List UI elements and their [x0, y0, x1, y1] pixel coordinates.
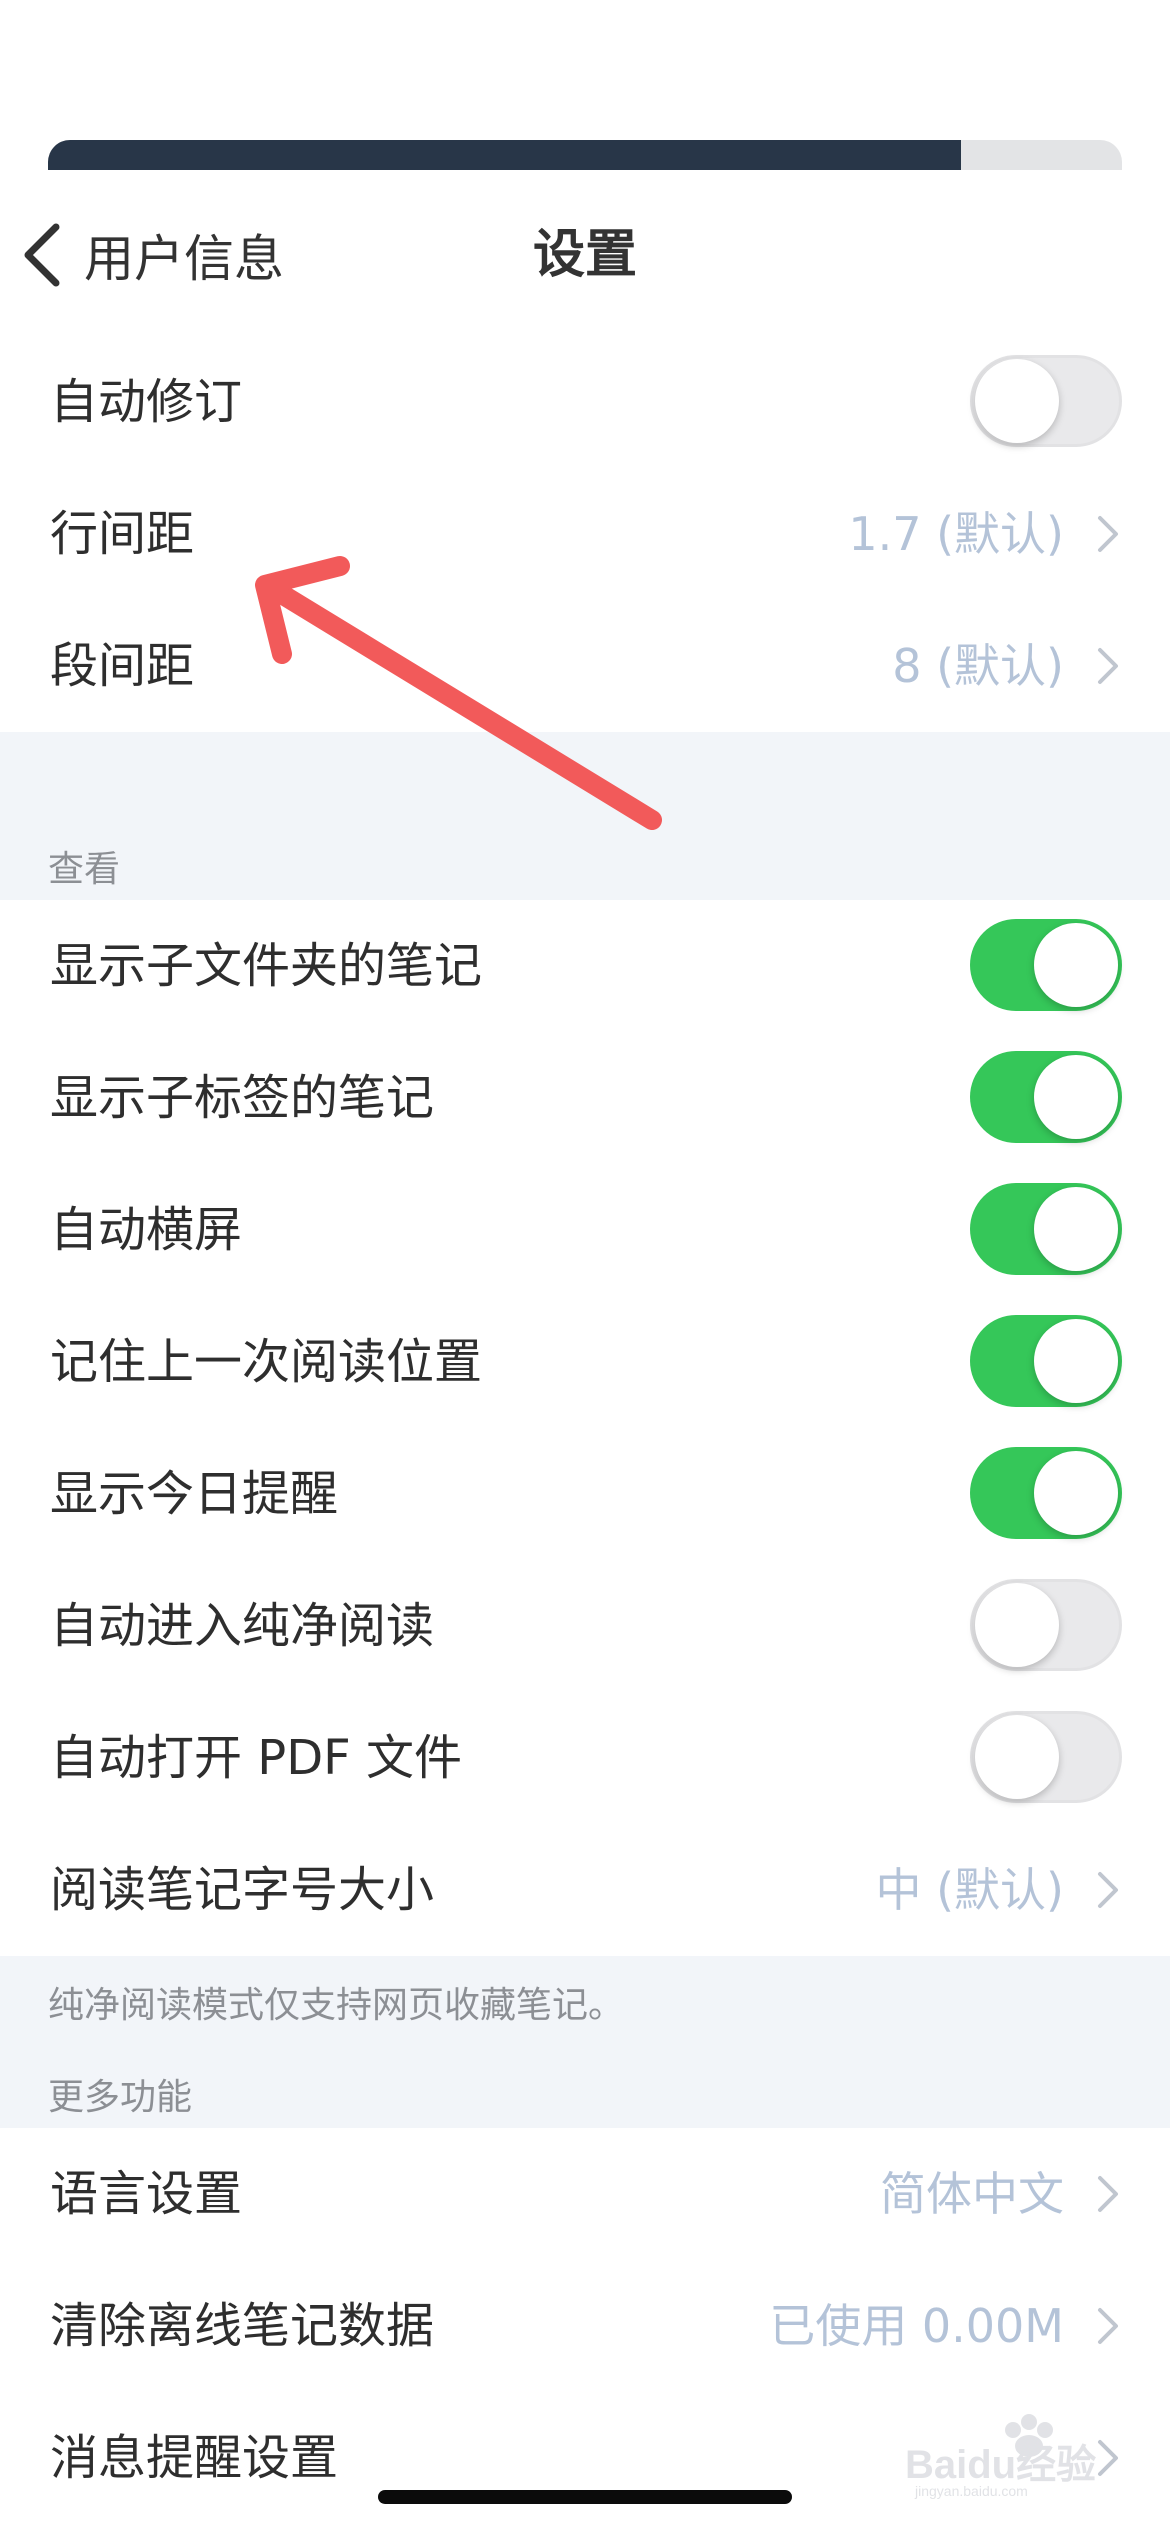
row-clear-offline-data[interactable]: 清除离线笔记数据 已使用 0.00M [0, 2260, 1170, 2392]
row-label: 消息提醒设置 [50, 2430, 339, 2486]
toggle-knob [975, 359, 1059, 443]
watermark-text: Baidu经验 [905, 2443, 1096, 2487]
row-paragraph-spacing[interactable]: 段间距 8 (默认) [0, 600, 1170, 732]
row-auto-landscape: 自动横屏 [0, 1164, 1170, 1296]
show-subtag-notes-toggle[interactable] [970, 1051, 1122, 1143]
chevron-right-icon [1096, 2306, 1120, 2350]
home-indicator [378, 2490, 792, 2504]
row-value: 1.7 (默认) [848, 507, 1064, 561]
row-show-subfolder-notes: 显示子文件夹的笔记 [0, 900, 1170, 1032]
section-title: 查看 [48, 849, 121, 890]
row-value: 简体中文 [880, 2167, 1064, 2221]
row-language-settings[interactable]: 语言设置 简体中文 [0, 2128, 1170, 2260]
row-value: 8 (默认) [892, 639, 1064, 693]
auto-open-pdf-toggle[interactable] [970, 1711, 1122, 1803]
page-title: 设置 [532, 225, 637, 285]
row-label: 自动打开 PDF 文件 [50, 1730, 463, 1786]
row-value: 中 (默认) [875, 1863, 1064, 1917]
row-label: 显示子标签的笔记 [50, 1070, 435, 1126]
chevron-right-icon [1096, 2174, 1120, 2218]
toggle-knob [1034, 1451, 1118, 1535]
row-value: 已使用 0.00M [769, 2299, 1064, 2353]
row-auto-open-pdf: 自动打开 PDF 文件 [0, 1692, 1170, 1824]
chevron-right-icon [1096, 514, 1120, 558]
toggle-knob [1034, 1187, 1118, 1271]
remember-reading-position-toggle[interactable] [970, 1315, 1122, 1407]
watermark-subtext: jingyan.baidu.com [914, 2483, 1028, 2499]
row-label: 段间距 [50, 638, 195, 694]
row-label: 行间距 [50, 506, 195, 562]
section-title: 更多功能 [48, 2077, 193, 2118]
row-auto-clean-reading: 自动进入纯净阅读 [0, 1560, 1170, 1692]
chevron-right-icon [1096, 646, 1120, 690]
section-header-more: 纯净阅读模式仅支持网页收藏笔记。 更多功能 [0, 1956, 1170, 2128]
row-label: 自动修订 [50, 374, 243, 430]
toggle-knob [975, 1715, 1059, 1799]
auto-clean-reading-toggle[interactable] [970, 1579, 1122, 1671]
section-header-view: 查看 [0, 732, 1170, 900]
show-subfolder-notes-toggle[interactable] [970, 919, 1122, 1011]
show-today-reminder-toggle[interactable] [970, 1447, 1122, 1539]
row-label: 阅读笔记字号大小 [50, 1862, 435, 1918]
row-line-spacing[interactable]: 行间距 1.7 (默认) [0, 468, 1170, 600]
chevron-right-icon [1096, 1870, 1120, 1914]
auto-landscape-toggle[interactable] [970, 1183, 1122, 1275]
toggle-knob [1034, 1319, 1118, 1403]
row-label: 显示今日提醒 [50, 1466, 339, 1522]
progress-fill [48, 140, 961, 170]
row-auto-revision: 自动修订 [0, 336, 1170, 468]
progress-bar [48, 140, 1122, 170]
navigation-bar: 用户信息 设置 [0, 170, 1170, 340]
auto-revision-toggle[interactable] [970, 355, 1122, 447]
row-label: 记住上一次阅读位置 [50, 1334, 483, 1390]
toggle-knob [1034, 923, 1118, 1007]
row-reading-font-size[interactable]: 阅读笔记字号大小 中 (默认) [0, 1824, 1170, 1956]
toggle-knob [975, 1583, 1059, 1667]
row-label: 自动横屏 [50, 1202, 243, 1258]
row-show-today-reminder: 显示今日提醒 [0, 1428, 1170, 1560]
row-remember-reading-position: 记住上一次阅读位置 [0, 1296, 1170, 1428]
row-label: 显示子文件夹的笔记 [50, 938, 483, 994]
row-label: 清除离线笔记数据 [50, 2298, 435, 2354]
row-label: 语言设置 [50, 2166, 243, 2222]
row-label: 自动进入纯净阅读 [50, 1598, 435, 1654]
toggle-knob [1034, 1055, 1118, 1139]
row-show-subtag-notes: 显示子标签的笔记 [0, 1032, 1170, 1164]
baidu-watermark: Baidu经验 jingyan.baidu.com [895, 2400, 1145, 2500]
clean-reading-footnote: 纯净阅读模式仅支持网页收藏笔记。 [48, 1985, 625, 2026]
